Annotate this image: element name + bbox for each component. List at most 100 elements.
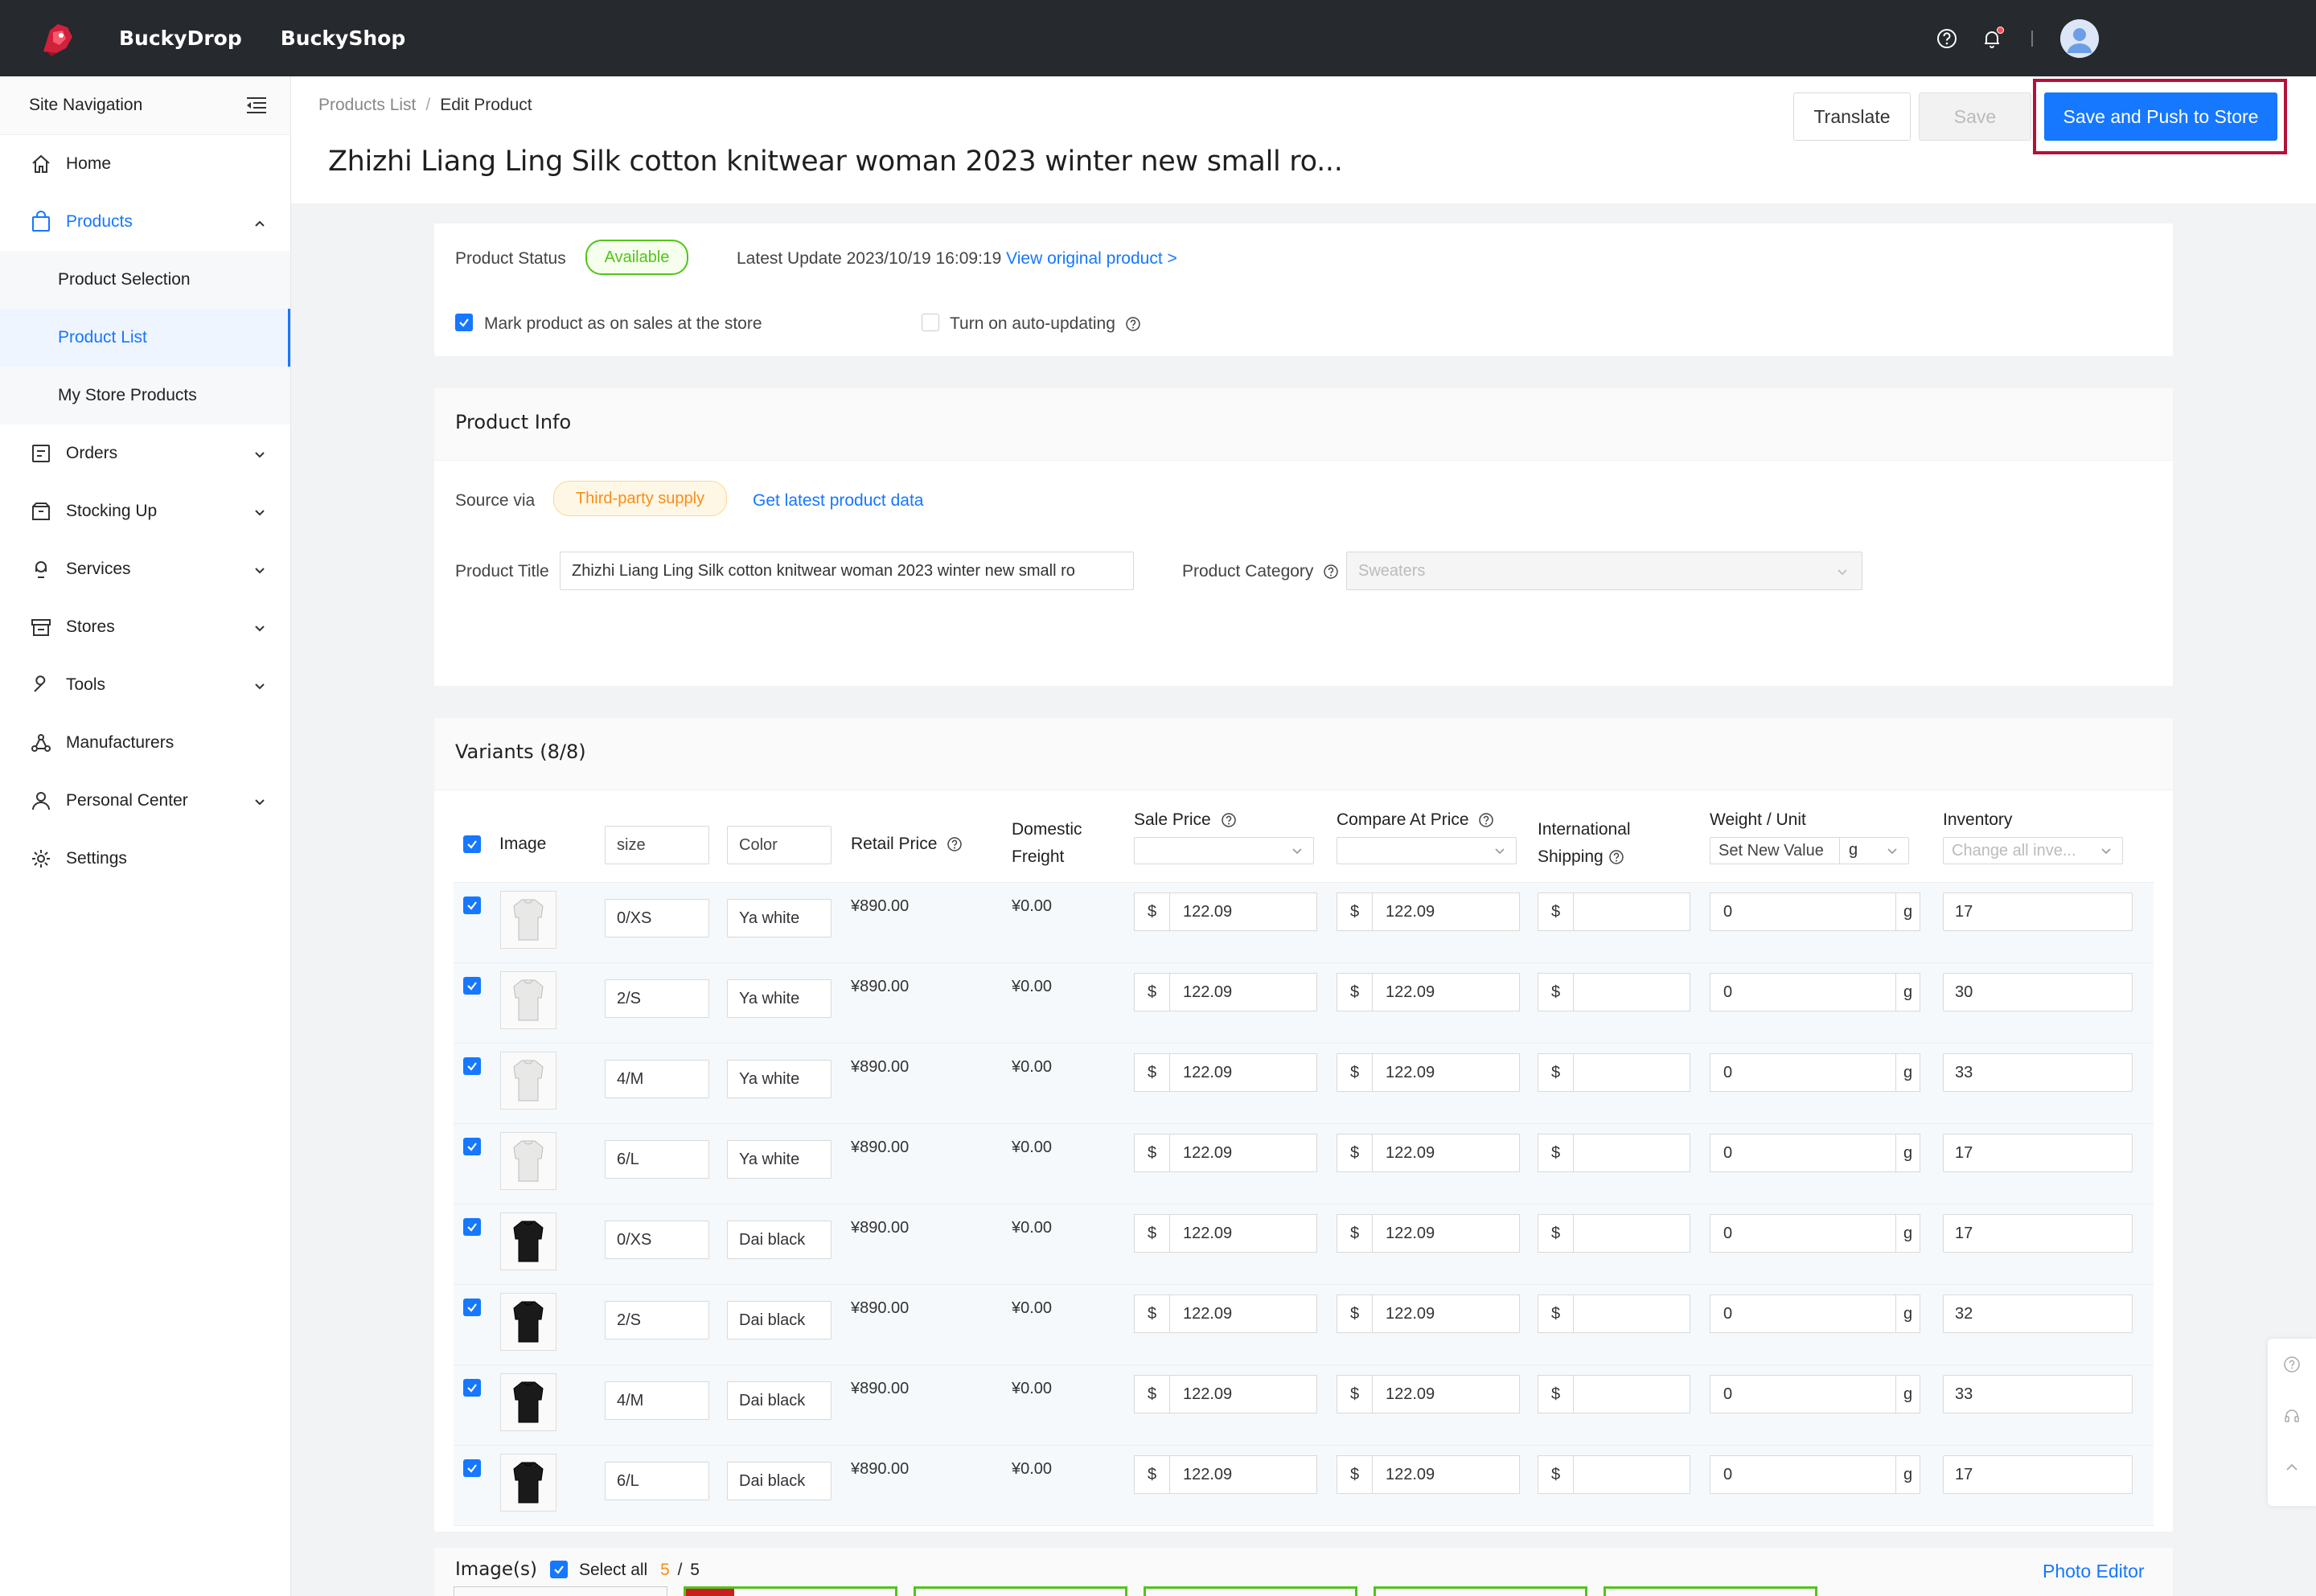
variant-sale-price-input[interactable]: $122.09 [1134, 1375, 1317, 1413]
sidebar-item-stocking-up[interactable]: Stocking Up [0, 482, 290, 540]
avatar[interactable] [2060, 19, 2099, 58]
variant-inventory-input[interactable]: 32 [1943, 1294, 2133, 1333]
weight-unit-select[interactable]: g [1849, 841, 1858, 860]
get-latest-data-link[interactable]: Get latest product data [753, 491, 923, 511]
sidebar-item-orders[interactable]: Orders [0, 425, 290, 482]
image-thumb[interactable] [1144, 1586, 1357, 1596]
variant-intl-shipping-input[interactable]: $ [1538, 1455, 1690, 1494]
variant-image[interactable] [500, 1373, 556, 1431]
product-title-input[interactable]: Zhizhi Liang Ling Silk cotton knitwear w… [560, 552, 1134, 590]
image-thumb[interactable] [1604, 1586, 1817, 1596]
variant-sale-price-input[interactable]: $122.09 [1134, 892, 1317, 931]
help-icon[interactable] [2268, 1339, 2316, 1390]
variant-size-input[interactable]: 4/M [605, 1060, 709, 1098]
auto-update-checkbox[interactable] [922, 314, 939, 331]
variant-checkbox[interactable] [463, 1218, 481, 1236]
variant-inventory-input[interactable]: 30 [1943, 973, 2133, 1011]
brand-buckydrop[interactable]: BuckyDrop [119, 27, 242, 50]
variant-color-input[interactable]: Dai black [727, 1301, 832, 1340]
color-filter-input[interactable]: Color [727, 826, 832, 864]
image-thumb[interactable] [454, 1586, 667, 1596]
variant-compare-price-input[interactable]: $122.09 [1337, 1294, 1520, 1333]
variant-weight-input[interactable]: 0g [1710, 1455, 1920, 1494]
variant-inventory-input[interactable]: 17 [1943, 1134, 2133, 1172]
buckydrop-logo[interactable] [35, 16, 80, 61]
variant-size-input[interactable]: 0/XS [605, 899, 709, 937]
variant-checkbox[interactable] [463, 1459, 481, 1477]
variant-checkbox[interactable] [463, 1379, 481, 1397]
variant-image[interactable] [500, 891, 556, 949]
sidebar-item-product-list[interactable]: Product List [0, 309, 290, 367]
variant-inventory-input[interactable]: 17 [1943, 892, 2133, 931]
variant-inventory-input[interactable]: 17 [1943, 1214, 2133, 1253]
variant-checkbox[interactable] [463, 977, 481, 995]
brand-buckyshop[interactable]: BuckyShop [281, 27, 405, 50]
variant-intl-shipping-input[interactable]: $ [1538, 1053, 1690, 1092]
variant-size-input[interactable]: 6/L [605, 1462, 709, 1500]
menu-collapse-icon[interactable] [245, 96, 268, 115]
variant-compare-price-input[interactable]: $122.09 [1337, 892, 1520, 931]
variant-checkbox[interactable] [463, 1138, 481, 1155]
image-thumb[interactable] [914, 1586, 1127, 1596]
breadcrumb-products-list[interactable]: Products List [318, 96, 416, 114]
sidebar-item-my-store-products[interactable]: My Store Products [0, 367, 290, 425]
size-filter-input[interactable]: size [605, 826, 709, 864]
variant-checkbox[interactable] [463, 1057, 481, 1075]
select-all-variants-checkbox[interactable] [463, 835, 481, 853]
back-to-top-icon[interactable] [2268, 1442, 2316, 1493]
variant-weight-input[interactable]: 0g [1710, 1375, 1920, 1413]
variant-image[interactable] [500, 1052, 556, 1110]
variant-color-input[interactable]: Dai black [727, 1381, 832, 1420]
help-icon[interactable] [1478, 812, 1494, 828]
variant-weight-input[interactable]: 0g [1710, 1294, 1920, 1333]
help-icon[interactable] [1323, 564, 1339, 580]
variant-compare-price-input[interactable]: $122.09 [1337, 1214, 1520, 1253]
sidebar-item-services[interactable]: Services [0, 540, 290, 598]
help-icon[interactable] [947, 836, 963, 852]
variant-color-input[interactable]: Ya white [727, 979, 832, 1018]
variant-compare-price-input[interactable]: $122.09 [1337, 1134, 1520, 1172]
variant-inventory-input[interactable]: 17 [1943, 1455, 2133, 1494]
translate-button[interactable]: Translate [1793, 92, 1911, 141]
variant-intl-shipping-input[interactable]: $ [1538, 1375, 1690, 1413]
variant-intl-shipping-input[interactable]: $ [1538, 973, 1690, 1011]
help-icon[interactable] [1125, 316, 1141, 332]
sidebar-item-products[interactable]: Products [0, 193, 290, 251]
variant-compare-price-input[interactable]: $122.09 [1337, 1375, 1520, 1413]
variant-checkbox[interactable] [463, 1299, 481, 1316]
variant-size-input[interactable]: 4/M [605, 1381, 709, 1420]
image-thumb[interactable] [1374, 1586, 1587, 1596]
variant-sale-price-input[interactable]: $122.09 [1134, 973, 1317, 1011]
sidebar-item-manufacturers[interactable]: Manufacturers [0, 714, 290, 772]
variant-image[interactable] [500, 1212, 556, 1270]
help-icon[interactable] [1608, 849, 1624, 865]
bell-icon[interactable] [1980, 27, 2004, 51]
variant-weight-input[interactable]: 0g [1710, 1214, 1920, 1253]
variant-checkbox[interactable] [463, 896, 481, 914]
sidebar-item-tools[interactable]: Tools [0, 656, 290, 714]
compare-price-bulk-select[interactable] [1337, 837, 1517, 864]
variant-compare-price-input[interactable]: $122.09 [1337, 1455, 1520, 1494]
variant-weight-input[interactable]: 0g [1710, 1134, 1920, 1172]
variant-intl-shipping-input[interactable]: $ [1538, 1294, 1690, 1333]
variant-inventory-input[interactable]: 33 [1943, 1375, 2133, 1413]
product-category-select[interactable]: Sweaters [1346, 552, 1862, 590]
view-original-link[interactable]: View original product > [1006, 249, 1177, 268]
variant-compare-price-input[interactable]: $122.09 [1337, 1053, 1520, 1092]
sale-price-bulk-select[interactable] [1134, 837, 1314, 864]
variant-compare-price-input[interactable]: $122.09 [1337, 973, 1520, 1011]
variant-weight-input[interactable]: 0g [1710, 973, 1920, 1011]
variant-sale-price-input[interactable]: $122.09 [1134, 1294, 1317, 1333]
sidebar-item-settings[interactable]: Settings [0, 830, 290, 888]
variant-sale-price-input[interactable]: $122.09 [1134, 1053, 1317, 1092]
variant-weight-input[interactable]: 0g [1710, 892, 1920, 931]
variant-image[interactable] [500, 1454, 556, 1512]
variant-color-input[interactable]: Dai black [727, 1462, 832, 1500]
help-icon[interactable] [1221, 812, 1237, 828]
sidebar-item-product-selection[interactable]: Product Selection [0, 251, 290, 309]
variant-image[interactable] [500, 1293, 556, 1351]
variant-image[interactable] [500, 971, 556, 1029]
variant-color-input[interactable]: Dai black [727, 1221, 832, 1259]
variant-size-input[interactable]: 2/S [605, 1301, 709, 1340]
help-icon[interactable] [1935, 27, 1959, 51]
